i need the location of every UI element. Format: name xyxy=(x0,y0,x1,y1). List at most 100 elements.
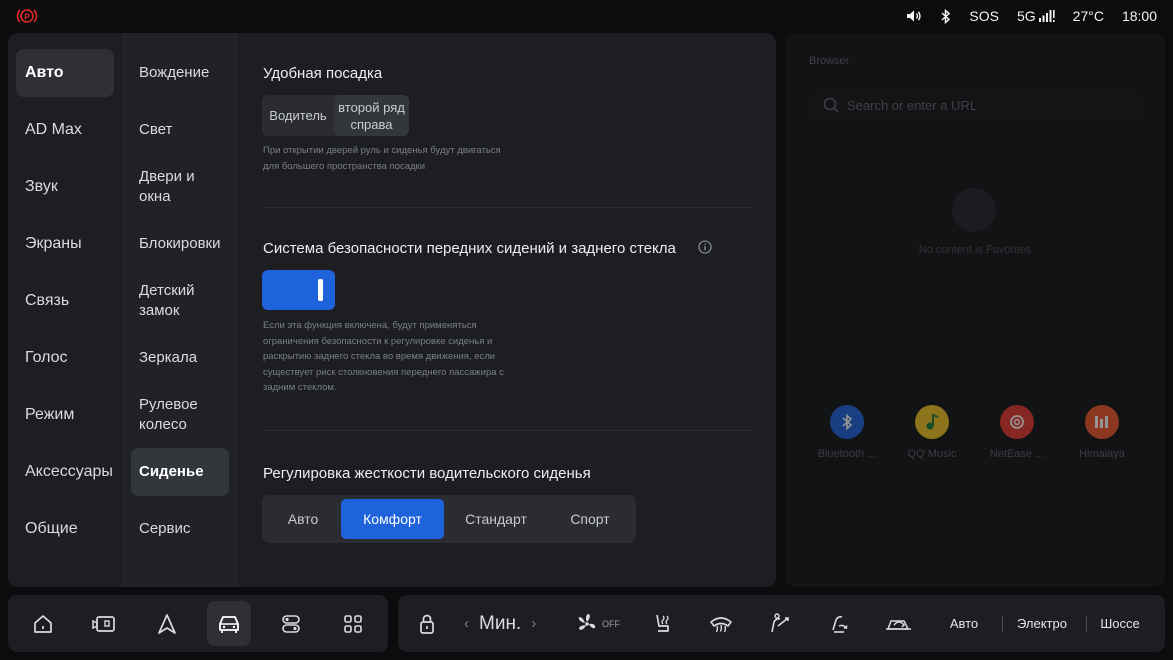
nav-item-seat[interactable]: Сиденье xyxy=(131,448,229,496)
nav-label: Режим xyxy=(25,406,75,423)
apps-grid-icon xyxy=(344,614,362,633)
nav-label: Блокировки xyxy=(139,235,221,252)
easy-entry-selector: Водитель второй ряд справа xyxy=(262,95,409,136)
bluetooth-icon xyxy=(830,405,864,439)
empty-favorites-icon xyxy=(952,188,996,232)
divider xyxy=(263,430,753,431)
temp-decrease-icon[interactable]: ‹ xyxy=(464,615,469,632)
netease-icon xyxy=(1000,405,1034,439)
nav-label: Звук xyxy=(25,178,58,195)
empty-favorites-text: No content is Favorites xyxy=(918,244,1032,256)
lock-button[interactable] xyxy=(414,595,440,652)
firmness-option-sport[interactable]: Спорт xyxy=(548,499,632,539)
car-icon xyxy=(219,615,239,633)
info-icon[interactable] xyxy=(698,240,712,254)
easy-entry-rear-right-option[interactable]: второй ряд справа xyxy=(334,95,409,136)
nav-item-sound[interactable]: Звук xyxy=(16,163,114,211)
fan-button[interactable]: OFF xyxy=(572,595,622,652)
nav-item-steering-wheel[interactable]: Рулевое колесо xyxy=(131,391,229,439)
nav-label: Зеркала xyxy=(139,349,198,366)
nav-item-doors-windows[interactable]: Двери и окна xyxy=(131,163,229,211)
safety-toggle[interactable] xyxy=(262,270,335,310)
easy-entry-title: Удобная посадка xyxy=(263,65,383,82)
nav-label: Сервис xyxy=(139,520,191,537)
airflow-face-button[interactable] xyxy=(764,595,794,652)
nav-label: Свет xyxy=(139,121,173,138)
firmness-option-auto[interactable]: Авто xyxy=(266,499,340,539)
firmness-option-comfort[interactable]: Комфорт xyxy=(341,499,444,539)
vehicle-settings-button[interactable] xyxy=(207,601,251,646)
nav-item-service[interactable]: Сервис xyxy=(131,505,229,553)
home-button[interactable] xyxy=(21,601,65,646)
network-indicator: 5G xyxy=(1017,8,1055,24)
nav-label: AD Max xyxy=(25,121,82,138)
safety-title: Система безопасности передних сидений и … xyxy=(263,240,676,257)
safety-note: Если эта функция включена, будут применя… xyxy=(263,320,504,393)
divider xyxy=(263,207,753,208)
himalaya-icon xyxy=(1085,405,1119,439)
app-netease[interactable]: NetEase ... xyxy=(982,405,1052,460)
temperature-value: Мин. xyxy=(479,612,522,634)
nav-item-auto[interactable]: Авто xyxy=(16,49,114,97)
nav-label: Сиденье xyxy=(139,463,204,480)
seat-heating-button[interactable] xyxy=(648,595,676,652)
nav-item-mode[interactable]: Режим xyxy=(16,391,114,439)
seat-settings-content: Удобная посадка Водитель второй ряд спра… xyxy=(238,33,776,587)
nav-item-connectivity[interactable]: Связь xyxy=(16,277,114,325)
app-qq-music[interactable]: QQ Music xyxy=(897,405,967,460)
app-label: Bluetooth ... xyxy=(817,448,877,460)
drive-mode-highway[interactable]: Шоссе xyxy=(1096,595,1144,652)
browser-panel: Browser Search or enter a URL No content… xyxy=(785,33,1165,587)
drive-mode-electric[interactable]: Электро xyxy=(1012,595,1072,652)
nav-label: Аксессуары xyxy=(25,463,113,480)
controls-button[interactable] xyxy=(269,601,313,646)
firmness-option-standard[interactable]: Стандарт xyxy=(446,499,546,539)
browser-search-input[interactable]: Search or enter a URL xyxy=(811,88,1141,122)
camera-icon xyxy=(92,615,115,632)
volume-icon[interactable] xyxy=(906,9,922,23)
front-defrost-icon xyxy=(710,616,732,632)
toggles-icon xyxy=(282,614,300,633)
svg-text:P: P xyxy=(24,13,30,22)
drive-mode-auto[interactable]: Авто xyxy=(938,595,990,652)
lock-icon xyxy=(420,614,434,634)
front-defrost-button[interactable] xyxy=(706,595,736,652)
nav-item-lights[interactable]: Свет xyxy=(131,106,229,154)
fan-state: OFF xyxy=(602,618,620,629)
status-bar: P SOS 5G 27°C 18:00 xyxy=(0,0,1173,32)
app-himalaya[interactable]: Himalaya xyxy=(1067,405,1137,460)
signal-icon xyxy=(1038,10,1055,22)
app-label: Himalaya xyxy=(1079,448,1125,460)
recirculation-button[interactable] xyxy=(882,595,916,652)
nav-item-accessories[interactable]: Аксессуары xyxy=(16,448,114,496)
climate-dock: ‹ Мин. › OFF Авто Электро Шоссе xyxy=(398,595,1165,652)
temp-increase-icon[interactable]: › xyxy=(531,615,536,632)
nav-label: Двери и окна xyxy=(139,168,195,205)
navigation-dock xyxy=(8,595,388,652)
airflow-feet-button[interactable] xyxy=(824,595,854,652)
recirculation-icon xyxy=(886,619,911,630)
navigation-button[interactable] xyxy=(145,601,189,646)
network-label: 5G xyxy=(1016,8,1036,24)
nav-item-mirrors[interactable]: Зеркала xyxy=(131,334,229,382)
primary-nav: Авто AD Max Звук Экраны Связь Голос Режи… xyxy=(8,33,122,587)
apps-button[interactable] xyxy=(331,601,375,646)
browser-title: Browser xyxy=(809,55,850,67)
nav-item-locks[interactable]: Блокировки xyxy=(131,220,229,268)
nav-label: Детский замок xyxy=(139,282,195,319)
camera-button[interactable] xyxy=(82,601,126,646)
nav-item-general[interactable]: Общие xyxy=(16,505,114,553)
nav-item-screens[interactable]: Экраны xyxy=(16,220,114,268)
home-icon xyxy=(34,614,52,633)
sos-label[interactable]: SOS xyxy=(969,8,999,24)
qq-music-icon xyxy=(915,405,949,439)
nav-item-voice[interactable]: Голос xyxy=(16,334,114,382)
nav-label: Связь xyxy=(25,292,70,309)
nav-label: Вождение xyxy=(139,64,210,81)
nav-item-driving[interactable]: Вождение xyxy=(131,49,229,97)
firmness-selector: Авто Комфорт Стандарт Спорт xyxy=(262,495,636,543)
easy-entry-driver-option[interactable]: Водитель xyxy=(262,95,334,136)
nav-item-ad-max[interactable]: AD Max xyxy=(16,106,114,154)
nav-item-child-lock[interactable]: Детский замок xyxy=(131,277,229,325)
app-bluetooth[interactable]: Bluetooth ... xyxy=(812,405,882,460)
